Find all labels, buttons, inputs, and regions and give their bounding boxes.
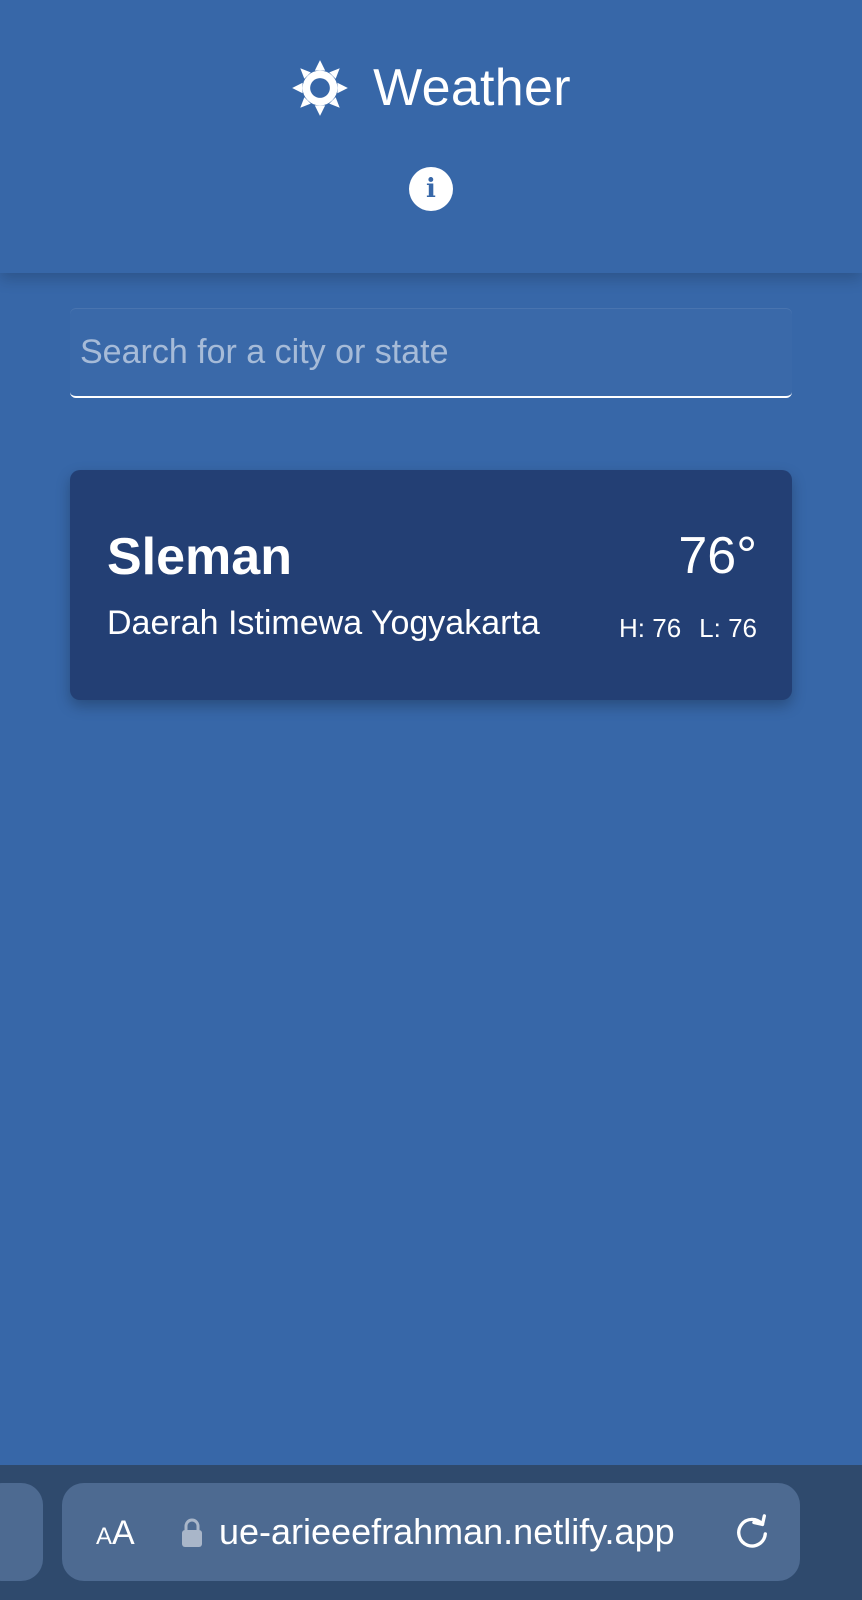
- info-icon: i: [426, 174, 436, 204]
- low-temp: L: 76: [699, 613, 757, 643]
- city-temperature: 76°: [678, 527, 757, 585]
- info-button[interactable]: i: [409, 167, 453, 211]
- sun-icon: [292, 60, 348, 116]
- url-text[interactable]: ue-arieeefrahman.netlify.app: [219, 1511, 675, 1553]
- app-header: Weather i: [0, 0, 862, 273]
- address-bar[interactable]: AA ue-arieeefrahman.netlify.app: [62, 1483, 800, 1581]
- search-input[interactable]: [70, 308, 792, 396]
- reload-icon[interactable]: [733, 1513, 771, 1551]
- search-field: [70, 308, 792, 398]
- city-card[interactable]: Sleman Daerah Istimewa Yogyakarta 76° H:…: [70, 470, 792, 700]
- high-temp: H: 76: [619, 613, 682, 643]
- brand: Weather: [0, 56, 862, 120]
- browser-toolbar: AA ue-arieeefrahman.netlify.app: [0, 1465, 862, 1600]
- text-size-large-label: A: [112, 1514, 135, 1552]
- text-size-button[interactable]: AA: [96, 1513, 135, 1557]
- text-size-small-label: A: [96, 1523, 113, 1550]
- app-title: Weather: [373, 59, 571, 117]
- city-name: Sleman: [107, 528, 292, 586]
- high-low-temps: H: 76 L: 76: [619, 613, 757, 643]
- lock-icon: [182, 1518, 202, 1547]
- city-region: Daerah Istimewa Yogyakarta: [107, 604, 540, 642]
- previous-tab-preview[interactable]: [0, 1483, 43, 1581]
